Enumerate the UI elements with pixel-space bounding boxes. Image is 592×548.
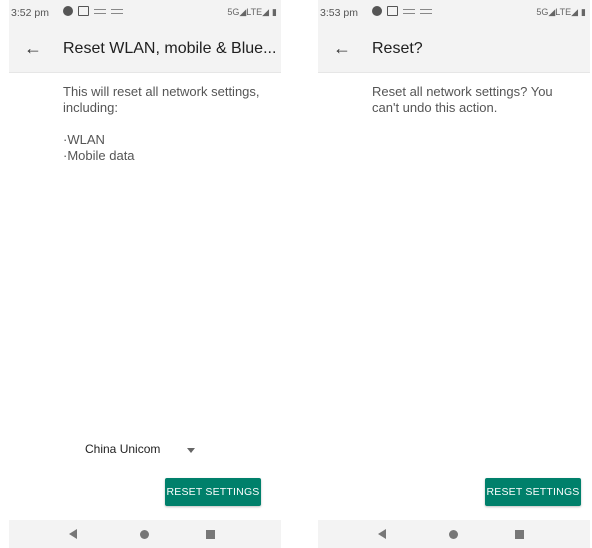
status-bar: 3:52 pm 5G◢LTE◢ ▮ [9, 0, 281, 25]
status-time: 3:52 pm [11, 7, 49, 19]
volte-icon [420, 8, 432, 14]
app-bar: ← Reset? [318, 25, 590, 73]
app-bar: ← Reset WLAN, mobile & Blue... [9, 25, 281, 73]
reset-items-list: ·WLAN ·Mobile data [63, 132, 135, 164]
reset-settings-button[interactable]: RESET SETTINGS [485, 478, 581, 506]
status-time: 3:53 pm [320, 7, 358, 19]
status-signal-icons: 5G◢LTE◢ ▮ [227, 7, 277, 18]
nav-recents-icon[interactable] [206, 530, 215, 539]
back-arrow-icon[interactable]: ← [21, 36, 45, 60]
list-item-mobile-data: ·Mobile data [63, 148, 135, 163]
battery-icon: ▮ [272, 7, 277, 17]
carrier-selected-value: China Unicom [85, 442, 161, 456]
navigation-bar [318, 520, 590, 548]
notification-icon [372, 6, 382, 16]
status-notification-icons [63, 6, 123, 16]
notification-icon [63, 6, 73, 16]
list-item-wlan: ·WLAN [63, 132, 105, 147]
hd-icon [403, 8, 415, 14]
page-title: Reset WLAN, mobile & Blue... [63, 40, 275, 57]
nav-home-icon[interactable] [449, 530, 458, 539]
nav-recents-icon[interactable] [515, 530, 524, 539]
navigation-bar [9, 520, 281, 548]
carrier-dropdown[interactable]: China Unicom [85, 442, 205, 462]
signal-text: 5G◢LTE◢ [227, 7, 270, 17]
status-notification-icons [372, 6, 432, 16]
calendar-icon [387, 6, 398, 16]
nav-home-icon[interactable] [140, 530, 149, 539]
status-signal-icons: 5G◢LTE◢ ▮ [536, 7, 586, 18]
page-title: Reset? [372, 40, 423, 57]
hd-icon [94, 8, 106, 14]
phone-screen-left: 3:52 pm 5G◢LTE◢ ▮ ← Reset WLAN, mobile &… [9, 0, 281, 548]
dropdown-caret-icon [187, 448, 195, 453]
phone-screen-right: 3:53 pm 5G◢LTE◢ ▮ ← Reset? Reset all net… [318, 0, 590, 548]
nav-back-icon[interactable] [69, 529, 77, 539]
signal-text: 5G◢LTE◢ [536, 7, 579, 17]
reset-settings-button[interactable]: RESET SETTINGS [165, 478, 261, 506]
back-arrow-icon[interactable]: ← [330, 36, 354, 60]
calendar-icon [78, 6, 89, 16]
battery-icon: ▮ [581, 7, 586, 17]
status-bar: 3:53 pm 5G◢LTE◢ ▮ [318, 0, 590, 25]
reset-description: This will reset all network settings, in… [63, 84, 260, 115]
volte-icon [111, 8, 123, 14]
reset-confirmation-text: Reset all network settings? You can't un… [372, 84, 553, 115]
nav-back-icon[interactable] [378, 529, 386, 539]
